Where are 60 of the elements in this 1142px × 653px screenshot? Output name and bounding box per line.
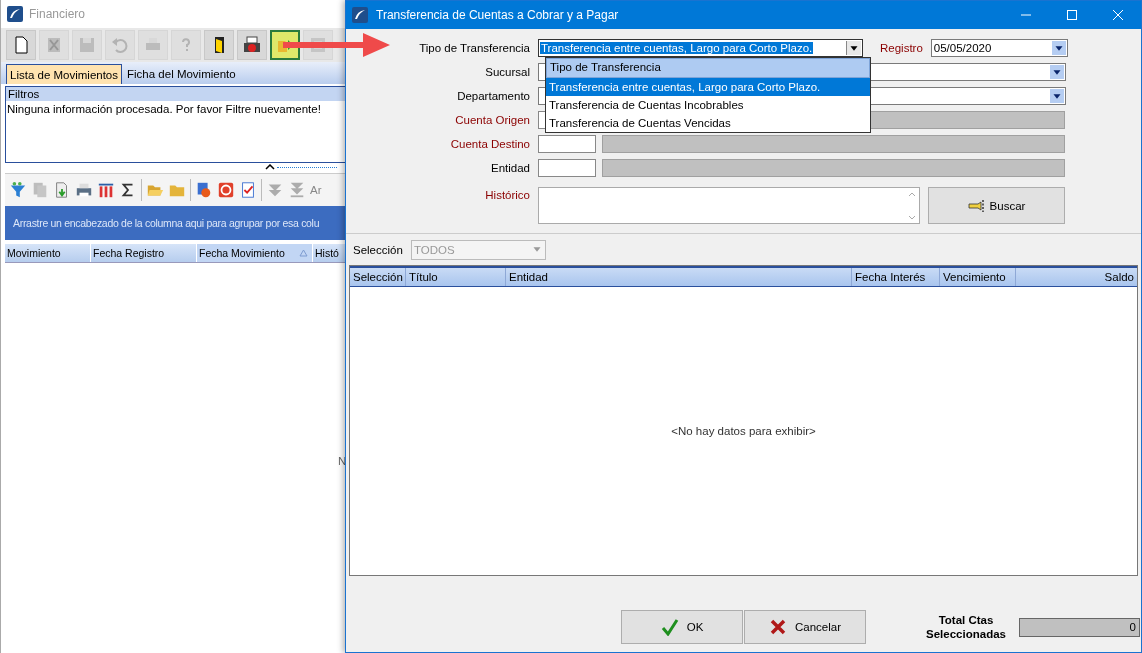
combo-value: 05/05/2020 (932, 42, 993, 54)
new-button[interactable] (6, 30, 36, 60)
save-icon (77, 35, 97, 55)
close-icon[interactable] (1113, 10, 1123, 20)
search-button[interactable]: Buscar (928, 187, 1065, 224)
print-icon[interactable] (75, 181, 93, 199)
pointing-hand-icon (967, 198, 986, 213)
history-text-area[interactable] (538, 187, 920, 224)
column-header[interactable]: Vencimiento (940, 268, 1016, 286)
app-icon (352, 7, 368, 23)
dropdown-option[interactable]: Tipo de Transferencia (546, 58, 870, 78)
field-label: Registro (879, 42, 924, 54)
combo-value: TODOS (412, 244, 456, 256)
code-input-field[interactable] (538, 135, 596, 153)
field-label: Departamento (456, 90, 531, 102)
exit-button[interactable] (204, 30, 234, 60)
collapse-caret-icon[interactable] (265, 164, 275, 170)
column-header[interactable]: Selección (350, 268, 406, 286)
dropdown-option[interactable]: Transferencia entre cuentas, Largo para Corto Plazo. (546, 78, 870, 96)
toolbar-label: Ar (310, 184, 322, 196)
checklist-icon[interactable] (239, 181, 257, 199)
column-header[interactable]: Movimiento (5, 244, 91, 262)
sort-ascending-icon (299, 249, 308, 257)
transfer-type-combo[interactable]: Transferencia entre cuentas, Largo para Corto Plazo. (538, 39, 863, 57)
date-combo[interactable]: 05/05/2020 (930, 39, 1068, 57)
ok-button[interactable]: OK (621, 610, 743, 644)
total-label: Total Ctas Seleccionadas (925, 613, 1007, 641)
check-icon (660, 618, 679, 636)
total-value-field: 0 (1019, 617, 1140, 637)
app-icon (7, 6, 23, 22)
field-label: Cuenta Destino (449, 138, 531, 150)
column-header[interactable]: Fecha Interés (852, 268, 940, 286)
column-header[interactable]: Fecha Movimiento (197, 244, 313, 262)
undo-icon (110, 35, 130, 55)
field-label: Selección (353, 244, 403, 256)
power-icon[interactable] (217, 181, 235, 199)
field-label: Sucursal (484, 66, 531, 78)
field-label: Histórico (484, 188, 531, 201)
group-hint: Arrastre un encabezado de la columna aqui para agrupar por esa colu (13, 217, 320, 229)
tab[interactable]: Lista de Movimientos (6, 64, 123, 84)
tab[interactable]: Ficha del Movimiento (124, 64, 239, 84)
filter-icon[interactable] (9, 181, 27, 199)
empty-message: N (338, 455, 347, 467)
column-header[interactable]: Entidad (506, 268, 852, 286)
cross-icon (769, 618, 787, 636)
combo-value: Transferencia entre cuentas, Largo para Corto Plazo. (540, 42, 814, 54)
columns-icon[interactable] (97, 181, 115, 199)
window-title: Transferencia de Cuentas a Cobrar y a Pagar (376, 8, 619, 22)
cancel-button[interactable]: Cancelar (744, 610, 866, 644)
field-label: Entidad (490, 162, 531, 174)
dropdown-option[interactable]: Transferencia de Cuentas Incobrables (546, 96, 870, 114)
column-header[interactable]: Título (406, 268, 506, 286)
field-label: Tipo de Transferencia (418, 42, 531, 54)
dropdown-option[interactable]: Transferencia de Cuentas Vencidas (546, 114, 870, 132)
field-label: Cuenta Origen (454, 114, 531, 126)
maximize-icon[interactable] (1067, 10, 1077, 20)
window-title: Financiero (29, 7, 86, 21)
column-header[interactable]: Saldo (1016, 268, 1137, 286)
empty-message: <No hay datos para exhibir> (671, 425, 816, 437)
code-input-field[interactable] (538, 159, 596, 177)
